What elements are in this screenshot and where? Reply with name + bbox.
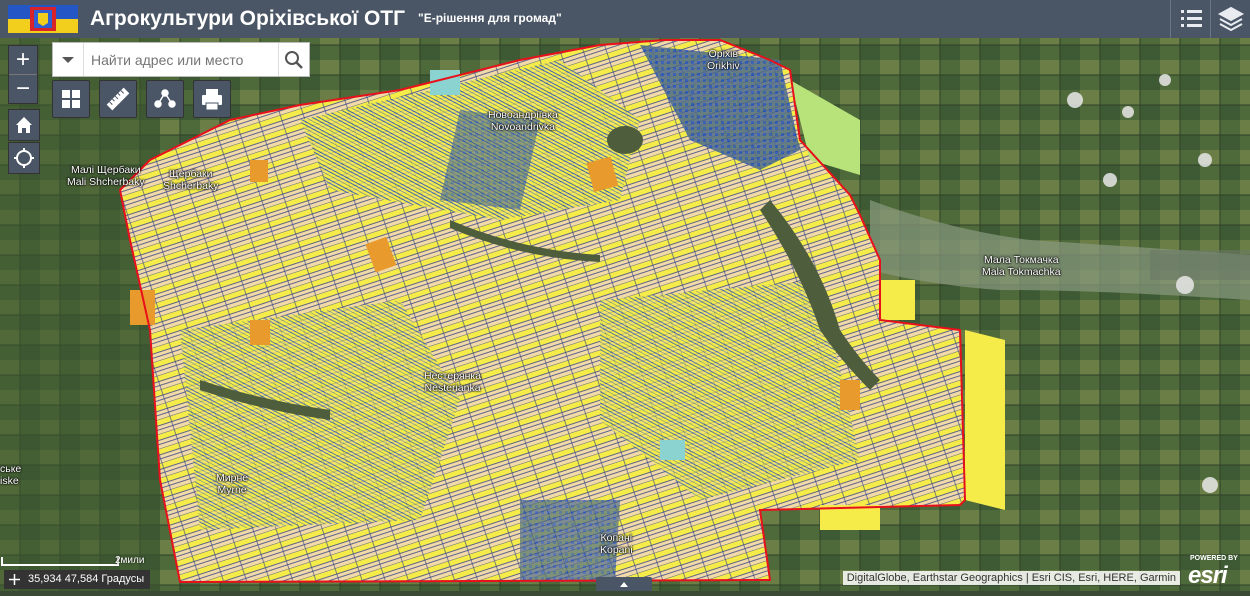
printer-icon <box>202 89 222 111</box>
attribute-table-toggle[interactable] <box>596 577 652 591</box>
parcel-yellow[interactable] <box>880 280 915 320</box>
locate-button[interactable] <box>8 142 40 174</box>
home-button[interactable] <box>8 109 40 141</box>
caret-down-icon <box>62 57 74 63</box>
powered-by-label: POWERED BY <box>1190 555 1238 562</box>
search-icon <box>285 51 303 69</box>
esri-logo[interactable]: esri <box>1188 562 1228 590</box>
share-icon <box>154 89 176 108</box>
layers-button[interactable] <box>1212 0 1250 38</box>
scale-bar-label: 2мили <box>115 555 145 566</box>
map-attribution: DigitalGlobe, Earthstar Geographics | Es… <box>842 571 1180 585</box>
app-subtitle: "Е-рішення для громад" <box>418 11 562 25</box>
zoom-out-button[interactable]: − <box>9 75 37 103</box>
place-label-shcherbaky: Щербаки Shcherbaky <box>163 168 219 192</box>
app-title: Агрокультури Оріхівської ОТГ <box>90 7 406 30</box>
legend-list-button[interactable] <box>1172 0 1210 38</box>
coordinate-readout[interactable]: 35,934 47,584 Градусы <box>4 570 151 589</box>
locate-icon <box>14 148 34 168</box>
map-view[interactable]: Оріхів Orikhiv Новоандріївка Novoandrivka … <box>0 38 1250 591</box>
coordinate-icon <box>9 574 20 585</box>
legend-list-icon <box>1181 10 1202 27</box>
search-button[interactable] <box>278 43 309 76</box>
satellite-settlement <box>1150 250 1250 280</box>
map-canvas[interactable] <box>0 38 1250 591</box>
zoom-control: + − <box>8 45 38 104</box>
scale-bar: 2мили <box>0 555 144 569</box>
basemap-gallery-button[interactable] <box>52 80 90 118</box>
community-flag-icon <box>8 5 78 33</box>
layers-icon <box>1217 6 1245 32</box>
search-widget <box>52 42 310 77</box>
place-label-kopani: Копані Kopani <box>600 532 633 556</box>
place-label-mala-tokmachka: Мала Токмачка Mala Tokmachka <box>982 254 1061 278</box>
scale-bar-line <box>1 557 119 566</box>
search-input[interactable] <box>89 49 273 71</box>
coordinate-text: 35,934 47,584 Градусы <box>28 573 145 585</box>
header-divider <box>1210 0 1211 38</box>
search-source-dropdown[interactable] <box>53 43 84 76</box>
place-label-novoandriivka: Новоандріївка Novoandrivka <box>488 109 558 133</box>
place-label-edge-left: ське iske <box>0 463 22 487</box>
place-label-myrne: Мирне Myrne <box>216 472 249 496</box>
grid-icon <box>62 90 80 108</box>
header-divider <box>1170 0 1171 38</box>
ruler-icon <box>106 87 130 111</box>
place-label-mali-shcherbaky: Малі Щербаки Mali Shcherbaky <box>67 164 145 188</box>
app-header: Агрокультури Оріхівської ОТГ "Е-рішення … <box>0 0 1250 38</box>
parcel-yellow[interactable] <box>965 330 1005 510</box>
place-label-nesterianka: Нестерянка Nesterianka <box>424 370 482 394</box>
chevron-up-icon <box>620 582 628 587</box>
home-icon <box>16 117 32 133</box>
place-label-orikhiv: Оріхів Orikhiv <box>707 48 740 72</box>
print-button[interactable] <box>193 80 231 118</box>
share-button[interactable] <box>146 80 184 118</box>
measure-button[interactable] <box>99 80 137 118</box>
zoom-in-button[interactable]: + <box>9 46 37 74</box>
